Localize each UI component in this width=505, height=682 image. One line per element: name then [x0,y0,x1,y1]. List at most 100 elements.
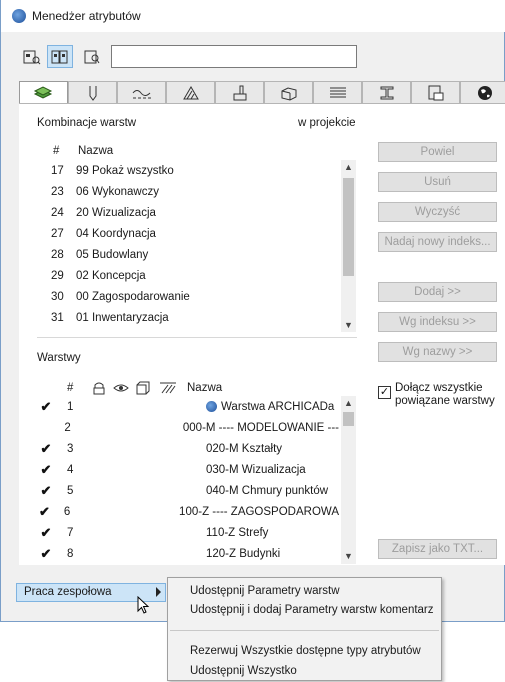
layer-num: 2 [64,421,71,434]
visibility-check-icon[interactable]: ✔ [37,399,55,415]
layers-list[interactable]: # Nazwa ✔ 1 Warstwa ARCHICADa 2 000-M ---- M… [37,376,357,564]
combo-row[interactable]: 28 05 Budowlany [37,244,337,265]
include-linked-checkbox[interactable]: ✓ [378,386,391,399]
tab-mep-systems[interactable] [460,81,505,103]
visibility-check-icon[interactable]: ✔ [37,462,55,478]
combo-num: 30 [51,290,64,303]
layer-row[interactable]: ✔ 6 100-Z ---- ZAGOSPODAROWA [37,501,339,522]
layer-row[interactable]: 2 000-M ---- MODELOWANIE --- [37,417,339,438]
scroll-down-icon[interactable]: ▼ [341,318,356,332]
scroll-up-icon[interactable]: ▲ [341,396,356,410]
layer-name: 120-Z Budynki [206,547,281,560]
combo-name: 20 Wizualizacja [76,206,156,219]
attribute-compare-button[interactable] [47,45,73,68]
attribute-preview-icon [84,50,100,63]
layer-num: 8 [67,547,74,560]
search-input[interactable] [111,45,357,68]
layer-row[interactable]: ✔ 5 040-M Chmury punktów [37,480,339,501]
combo-row[interactable]: 30 00 Zagospodarowanie [37,286,337,307]
attribute-view-button[interactable] [19,45,45,68]
visibility-check-icon[interactable]: ✔ [37,483,55,499]
divider [37,337,357,338]
add-button[interactable]: Dodaj >> [378,282,497,302]
layer-name: 110-Z Strefy [206,526,269,539]
scroll-down-icon[interactable]: ▼ [341,549,356,563]
teamwork-context-menu: Udostępnij Parametry warstw Udostępnij i… [167,577,442,681]
tab-profiles[interactable] [362,81,411,103]
layer-combinations-list[interactable]: # Nazwa 17 99 Pokaż wszystko 23 06 Wykonawc… [37,138,357,332]
menu-item-share-all[interactable]: Udostępnij Wszystko [190,665,297,677]
tab-line-types[interactable] [117,81,166,103]
layer-row[interactable]: ✔ 8 120-Z Budynki [37,543,339,564]
menu-item-reserve-all[interactable]: Rezerwuj Wszystkie dostępne typy atrybut… [190,645,421,657]
tab-layers[interactable] [19,81,68,104]
by-index-button[interactable]: Wg indeksu >> [378,312,497,332]
combo-row[interactable]: 24 20 Wizualizacja [37,202,337,223]
scrollbar-thumb[interactable] [343,178,354,276]
combo-num: 29 [51,269,64,282]
layer-num: 7 [67,526,74,539]
attribute-type-tabs [19,81,505,104]
intersection-group-icon [160,382,176,393]
combo-num: 28 [51,248,64,261]
layer-row[interactable]: ✔ 4 030-M Wizualizacja [37,459,339,480]
combo-row[interactable]: 31 01 Inwentaryzacja [37,307,337,328]
tab-surfaces[interactable] [215,81,264,103]
combo-num: 31 [51,311,64,324]
assign-new-index-button[interactable]: Nadaj nowy indeks... [378,232,497,252]
combo-name: 00 Zagospodarowanie [76,290,190,303]
layers-header-name: Nazwa [187,381,223,394]
layer-row[interactable]: ✔ 7 110-Z Strefy [37,522,339,543]
surfaces-icon [233,85,246,100]
combo-row[interactable]: 27 04 Koordynacja [37,223,337,244]
layer-row[interactable]: ✔ 1 Warstwa ARCHICADa [37,396,339,417]
layer-num: 4 [67,463,74,476]
save-as-txt-button[interactable]: Zapisz jako TXT... [378,539,497,559]
tab-composites[interactable] [313,81,362,103]
combo-row[interactable]: 17 99 Pokaż wszystko [37,160,337,181]
mouse-cursor-icon [137,596,150,614]
submenu-arrow-icon [156,587,161,597]
layers-header: # Nazwa [37,377,341,398]
layers-scrollbar[interactable]: ▲ ▼ [341,396,356,564]
combo-num: 17 [51,164,64,177]
combo-name: 06 Wykonawczy [76,185,159,198]
layer-name: 040-M Chmury punktów [206,484,329,497]
pens-icon [89,85,96,101]
combos-scrollbar[interactable]: ▲ ▼ [341,160,356,332]
delete-button[interactable]: Usuń [378,172,497,192]
visibility-check-icon[interactable]: ✔ [37,441,55,457]
layer-name: 030-M Wizualizacja [206,463,306,476]
scroll-up-icon[interactable]: ▲ [341,160,356,174]
layer-name: 100-Z ---- ZAGOSPODAROWA [179,505,339,518]
attribute-manager-window: Menedżer atrybutów Kombinacje warstw w p… [0,0,505,622]
layers-header-num: # [67,381,74,394]
combos-header: # Nazwa [37,140,341,161]
visibility-check-icon[interactable]: ✔ [37,504,52,520]
tab-pens[interactable] [68,81,117,103]
menu-item-share-add-comment[interactable]: Udostępnij i dodaj Parametry warstw kome… [190,604,434,616]
menu-separator [170,630,439,631]
menu-item-share-layer-params[interactable]: Udostępnij Parametry warstw [190,585,340,597]
combo-name: 05 Budowlany [76,248,149,261]
tab-zone-categories[interactable] [411,81,460,103]
scrollbar-thumb[interactable] [343,412,354,426]
combo-row[interactable]: 29 02 Koncepcja [37,265,337,286]
tab-building-materials[interactable] [264,81,313,103]
visibility-check-icon[interactable]: ✔ [37,525,55,541]
visibility-check-icon[interactable]: ✔ [37,546,55,562]
clear-button[interactable]: Wyczyść [378,202,497,222]
attribute-compare-icon [51,50,68,63]
combo-num: 24 [51,206,64,219]
combo-num: 27 [51,227,64,240]
fill-types-icon [182,85,199,99]
attribute-preview-button[interactable] [79,45,105,68]
duplicate-button[interactable]: Powiel [378,142,497,162]
combo-num: 23 [51,185,64,198]
layer-row[interactable]: ✔ 3 020-M Kształty [37,438,339,459]
zone-categories-icon [428,85,443,100]
tab-fill-types[interactable] [166,81,215,103]
by-name-button[interactable]: Wg nazwy >> [378,342,497,362]
combo-row[interactable]: 23 06 Wykonawczy [37,181,337,202]
layers-section-label: Warstwy [37,352,81,364]
